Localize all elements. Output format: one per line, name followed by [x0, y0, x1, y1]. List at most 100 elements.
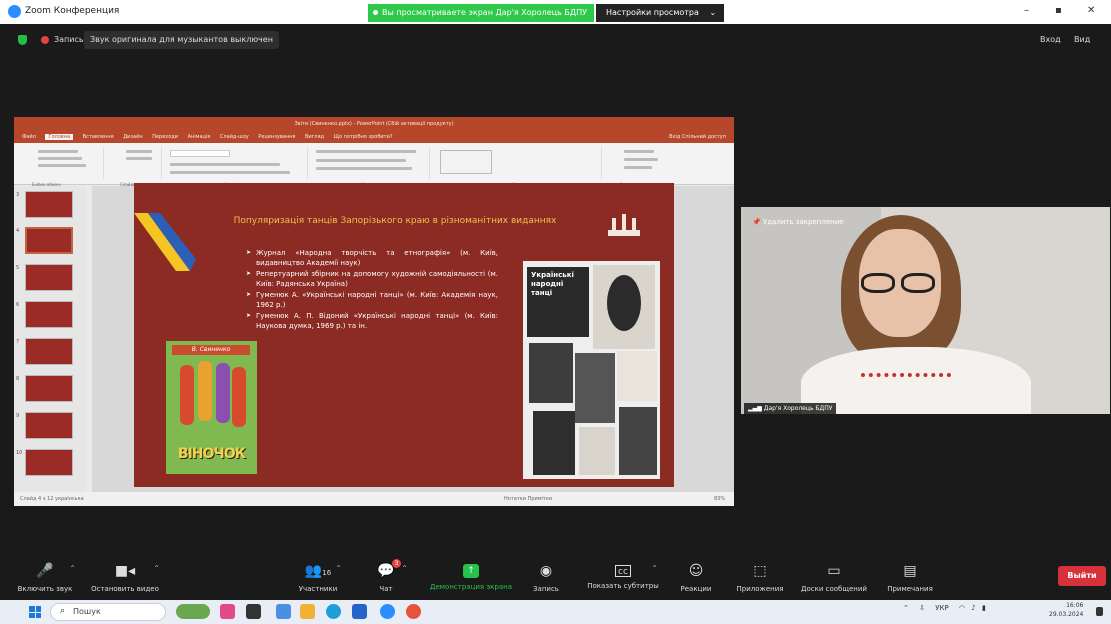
book-cover-vinochok: В. Свиненко ВІНОЧОК: [166, 341, 257, 474]
status-notes[interactable]: Нотатки Примітки: [504, 492, 552, 506]
chevron-down-icon: ⌄: [709, 8, 717, 17]
pin-icon: 📌: [752, 218, 763, 226]
slide-title: Популяризація танців Запорізького краю в…: [233, 216, 557, 226]
reactions-button[interactable]: ☺ Реакции: [670, 558, 722, 600]
slide-thumbnail[interactable]: [25, 301, 73, 328]
record-icon: ◉: [539, 563, 553, 579]
zoom-level[interactable]: 83%: [714, 492, 725, 506]
close-icon[interactable]: ✕: [1087, 5, 1095, 16]
reactions-label: Реакции: [680, 585, 712, 593]
participants-label: Участники: [298, 585, 338, 593]
ppt-tab[interactable]: Що потрібно зробити?: [334, 134, 393, 140]
ribbon-group-paragraph: Абзац: [310, 147, 430, 187]
edge-browser-icon[interactable]: [326, 604, 341, 619]
ppt-tab[interactable]: Вигляд: [305, 134, 324, 140]
record-button[interactable]: ◉ Запись: [520, 558, 572, 600]
stop-video-label: Остановить видео: [91, 585, 159, 593]
chevron-up-icon[interactable]: ⌃: [651, 564, 658, 573]
book-title: ВІНОЧОК: [177, 446, 246, 462]
app-icon[interactable]: [352, 604, 367, 619]
slide-thumbnail-selected[interactable]: [25, 227, 73, 254]
app-icon[interactable]: [220, 604, 235, 619]
mute-button[interactable]: 🎤 ⌃ Включить звук: [6, 558, 84, 600]
slide-thumbnails-pane[interactable]: 3 4 5 6 7 8 9 10: [14, 186, 86, 492]
app-icon[interactable]: [246, 604, 261, 619]
chevron-up-icon[interactable]: ⌃: [335, 564, 342, 573]
captions-icon: cc: [615, 565, 631, 577]
unpin-text: Удалить закрепление: [762, 218, 844, 226]
slide-thumbnail[interactable]: [25, 375, 73, 402]
unpin-label[interactable]: 📌 Удалить закрепление: [752, 218, 844, 226]
thumb-number: 3: [16, 192, 20, 198]
participants-count: 16: [322, 569, 332, 577]
participants-button[interactable]: 👥16 ⌃ Участники: [286, 558, 350, 600]
stop-video-button[interactable]: ■◂ ⌃ Остановить видео: [82, 558, 168, 600]
zoom-app-icon[interactable]: [380, 604, 395, 619]
ribbon-group-clipboard: Буфер обміну: [18, 147, 104, 187]
language-indicator[interactable]: УКР: [935, 604, 948, 612]
slide-thumbnail[interactable]: [25, 191, 73, 218]
collage-book-cover: [619, 407, 657, 475]
notification-bell-icon[interactable]: [1096, 607, 1103, 616]
banner-text: Вы просматриваете экран Дар'я Хоролець Б…: [382, 8, 587, 17]
chevron-up-icon[interactable]: ⌃: [153, 564, 160, 573]
chat-button[interactable]: 💬 3 ⌃ Чат: [356, 558, 416, 600]
bullet-item: Репертуарний збірник на допомогу художні…: [246, 269, 498, 289]
ppt-tab[interactable]: Слайд-шоу: [220, 134, 249, 140]
ppt-tab[interactable]: Файл: [22, 134, 36, 140]
viewing-screen-banner: Вы просматриваете экран Дар'я Хоролець Б…: [368, 4, 594, 22]
ppt-tab[interactable]: Рецензування: [258, 134, 295, 140]
slide-thumbnail[interactable]: [25, 338, 73, 365]
taskbar-clock[interactable]: 16:06 29.03.2024: [1049, 601, 1083, 619]
leave-button[interactable]: Выйти: [1058, 566, 1106, 586]
usb-icon[interactable]: ⇩: [919, 604, 925, 612]
recording-icon: [41, 36, 49, 44]
whiteboard-button[interactable]: ▭ Доски сообщений: [792, 558, 876, 600]
apps-icon: ⬚: [753, 563, 767, 579]
ppt-ribbon: Буфер обміну Слайди Шрифт Абзац Малюванн…: [14, 143, 734, 187]
recording-label[interactable]: Запись: [54, 35, 84, 44]
view-options-button[interactable]: Настройки просмотра ⌄: [596, 4, 724, 22]
dancer-figure: [198, 361, 212, 421]
apps-label: Приложения: [736, 585, 784, 593]
view-button[interactable]: Вид: [1074, 35, 1090, 44]
battery-icon[interactable]: ▮: [982, 604, 986, 612]
participant-name-label: ▂▄▆ Дар'я Хоролець БДПУ: [744, 403, 837, 414]
chrome-browser-icon[interactable]: [406, 604, 421, 619]
slide-thumbnail[interactable]: [25, 449, 73, 476]
chevron-up-icon[interactable]: ⌃: [401, 564, 408, 573]
bullet-item: Журнал «Народна творчість та етнографія»…: [246, 248, 498, 268]
minimize-icon[interactable]: –: [1024, 5, 1029, 16]
chevron-up-icon[interactable]: ⌃: [903, 604, 909, 612]
slide-thumbnail[interactable]: [25, 412, 73, 439]
file-explorer-icon[interactable]: [300, 604, 315, 619]
flag-ribbon-icon: [134, 213, 196, 271]
ppt-tab[interactable]: Переходи: [152, 134, 178, 140]
clock-time: 16:06: [1066, 602, 1084, 609]
view-options-label: Настройки просмотра: [606, 8, 699, 17]
windows-start-icon[interactable]: [29, 606, 41, 618]
volume-icon[interactable]: ♪: [971, 604, 975, 612]
notes-button[interactable]: ▤ Примечания: [878, 558, 942, 600]
security-shield-icon[interactable]: [18, 35, 27, 45]
thumb-number: 6: [16, 302, 20, 308]
wifi-icon[interactable]: ◠: [959, 604, 965, 612]
ppt-tab[interactable]: Головна: [45, 134, 74, 140]
captions-button[interactable]: cc ⌃ Показать субтитры: [580, 558, 666, 600]
signin-link[interactable]: Вход: [1040, 35, 1061, 44]
ribbon-group-slides: Слайди: [106, 147, 162, 187]
chevron-up-icon[interactable]: ⌃: [69, 564, 76, 573]
ppt-tab[interactable]: Дизайн: [123, 134, 142, 140]
app-icon[interactable]: [276, 604, 291, 619]
participant-video-tile[interactable]: 📌 Удалить закрепление ▂▄▆ Дар'я Хоролець…: [741, 207, 1110, 414]
ppt-tab[interactable]: Вставлення: [83, 134, 114, 140]
ppt-tab[interactable]: Анімація: [188, 134, 211, 140]
window-titlebar: Zoom Конференция Вы просматриваете экран…: [0, 0, 1111, 24]
ppt-share[interactable]: Вхід Спільний доступ: [669, 131, 726, 143]
taskbar-search-input[interactable]: Пошук: [50, 603, 166, 621]
apps-button[interactable]: ⬚ Приложения: [728, 558, 792, 600]
weather-widget-icon[interactable]: [176, 604, 210, 619]
slide-thumbnail[interactable]: [25, 264, 73, 291]
share-screen-button[interactable]: ↑ Демонстрация экрана: [424, 558, 518, 600]
maximize-icon[interactable]: ▪: [1055, 5, 1062, 16]
